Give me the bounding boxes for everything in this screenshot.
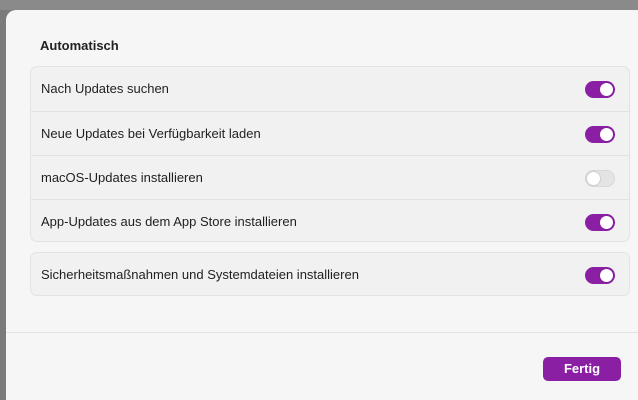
automatic-settings-group: Nach Updates suchen Neue Updates bei Ver…	[30, 66, 630, 242]
toggle-knob	[600, 128, 613, 141]
settings-row-check-updates: Nach Updates suchen	[31, 67, 629, 111]
toggle-knob	[587, 172, 600, 185]
settings-row-security-responses: Sicherheitsmaßnahmen und Systemdateien i…	[31, 253, 629, 297]
window-backdrop	[0, 0, 638, 10]
settings-label: Neue Updates bei Verfügbarkeit laden	[41, 126, 261, 141]
section-title: Automatisch	[40, 38, 119, 53]
done-button[interactable]: Fertig	[543, 357, 621, 381]
settings-label: macOS-Updates installieren	[41, 170, 203, 185]
toggle-knob	[600, 269, 613, 282]
security-settings-group: Sicherheitsmaßnahmen und Systemdateien i…	[30, 252, 630, 296]
software-update-settings-sheet: Automatisch Nach Updates suchen Neue Upd…	[6, 10, 638, 400]
install-app-updates-toggle[interactable]	[585, 214, 615, 231]
toggle-knob	[600, 216, 613, 229]
security-responses-toggle[interactable]	[585, 267, 615, 284]
settings-row-install-app-updates: App-Updates aus dem App Store installier…	[31, 199, 629, 243]
settings-label: Sicherheitsmaßnahmen und Systemdateien i…	[41, 267, 359, 282]
toggle-knob	[600, 83, 613, 96]
settings-label: Nach Updates suchen	[41, 81, 169, 96]
footer-divider	[6, 332, 638, 333]
settings-label: App-Updates aus dem App Store installier…	[41, 214, 297, 229]
settings-row-install-macos-updates: macOS-Updates installieren	[31, 155, 629, 199]
check-updates-toggle[interactable]	[585, 81, 615, 98]
download-updates-toggle[interactable]	[585, 126, 615, 143]
install-macos-updates-toggle[interactable]	[585, 170, 615, 187]
settings-row-download-updates: Neue Updates bei Verfügbarkeit laden	[31, 111, 629, 155]
